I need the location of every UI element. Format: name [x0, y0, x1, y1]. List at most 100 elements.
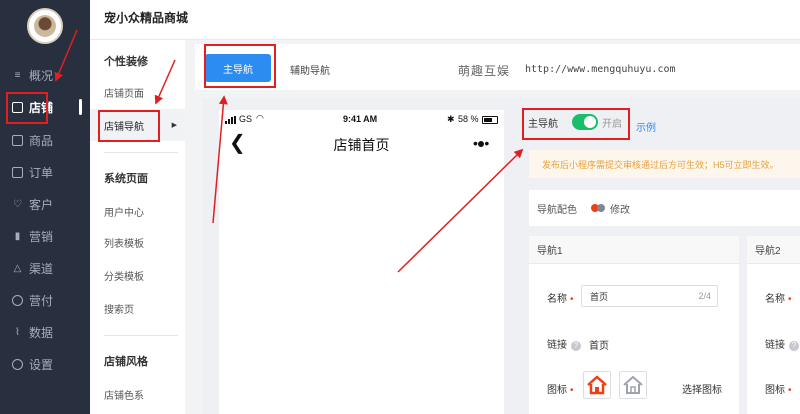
- main-sidebar: ≡ 概况 店铺 商品 订单 ♡ 客户 ▮ 营销 △ 渠道 营付 ⌇ 数据 设置: [0, 0, 90, 414]
- sidebar-item-marketing[interactable]: ▮ 营销: [0, 221, 90, 251]
- sidebar-item-label: 商品: [29, 133, 54, 148]
- highlight-shop-menu: [6, 92, 48, 124]
- sidebar-item-label: 订单: [29, 165, 54, 180]
- sidebar-item-goods[interactable]: 商品: [0, 125, 90, 155]
- submenu-item-shop-page[interactable]: 店铺页面: [104, 85, 144, 100]
- phone-page-title: 店铺首页: [333, 137, 390, 153]
- watermark-url: http://www.mengquhuyu.com: [525, 64, 676, 75]
- sidebar-item-label: 渠道: [29, 261, 54, 276]
- sidebar-item-label: 设置: [29, 357, 54, 372]
- nav-link-value[interactable]: 首页: [589, 337, 609, 352]
- submenu-item-user-center[interactable]: 用户中心: [104, 204, 144, 219]
- nav-tabs: 主导航 辅助导航 萌趣互娱 http://www.mengquhuyu.com: [195, 44, 800, 90]
- order-icon: [12, 166, 23, 178]
- nav-card-title: 导航1: [529, 236, 739, 264]
- link-label-text: 链接: [765, 340, 785, 351]
- gear-icon: [12, 358, 23, 370]
- nav-card: 导航1 名称 • 首页 2/4 链接? 首页 图标 • 选择图标: [529, 236, 739, 414]
- nav-card-title: 导航2: [747, 236, 800, 264]
- decoration-submenu: 个性装修 店铺页面 店铺导航 系统页面 用户中心 列表模板 分类模板 搜索页 店…: [90, 40, 185, 414]
- icon-field-label: 图标 •: [765, 381, 792, 396]
- select-icon-link[interactable]: 选择图标: [682, 381, 722, 396]
- highlight-main-nav-toggle: [522, 108, 630, 140]
- pay-icon: [12, 294, 23, 306]
- color-swatch[interactable]: [597, 204, 605, 212]
- status-time: 9:41 AM: [343, 114, 378, 124]
- watermark-text: 萌趣互娱: [458, 64, 511, 78]
- carrier-name: GS: [239, 114, 253, 124]
- phone-nav-bar: ❮ 店铺首页 •●•: [219, 132, 504, 156]
- sidebar-item-label: 营销: [29, 229, 54, 244]
- home-gray-icon: [623, 375, 643, 394]
- nav-card: 导航2 名称 • 链接? 图标 •: [747, 236, 800, 414]
- publish-notice: 发布后小程序需提交审核通过后方可生效；H5可立即生效。: [529, 150, 800, 178]
- battery-icon: [482, 116, 498, 124]
- sidebar-item-payments[interactable]: 营付: [0, 285, 90, 315]
- required-mark: •: [788, 385, 792, 396]
- sidebar-item-label: 概况: [29, 68, 54, 83]
- submenu-item-category-template[interactable]: 分类模板: [104, 268, 144, 283]
- home-red-icon: [587, 375, 607, 395]
- more-dots-icon[interactable]: •●•: [473, 136, 489, 150]
- link-field-label: 链接?: [765, 336, 799, 351]
- chart-icon: ▮: [14, 230, 21, 242]
- required-mark: •: [570, 385, 574, 396]
- char-count: 2/4: [698, 291, 711, 301]
- sidebar-item-data[interactable]: ⌇ 数据: [0, 317, 90, 347]
- sidebar-item-customers[interactable]: ♡ 客户: [0, 189, 90, 219]
- modify-color-link[interactable]: 修改: [610, 201, 630, 216]
- nav-color-row: 导航配色 修改: [529, 190, 800, 226]
- sidebar-item-label: 数据: [29, 325, 54, 340]
- help-icon[interactable]: ?: [571, 341, 581, 351]
- required-mark: •: [570, 294, 574, 305]
- submenu-item-list-template[interactable]: 列表模板: [104, 235, 144, 250]
- sidebar-item-settings[interactable]: 设置: [0, 349, 90, 379]
- name-label-text: 名称: [547, 294, 567, 305]
- highlight-main-nav-tab: [204, 44, 276, 88]
- nav-name-value: 首页: [590, 291, 609, 302]
- phone-status-bar: GS ◠ 9:41 AM ✱ 58 %: [219, 113, 504, 128]
- channel-icon: △: [13, 262, 22, 274]
- sidebar-item-channels[interactable]: △ 渠道: [0, 253, 90, 283]
- link-label-text: 链接: [547, 340, 567, 351]
- nav-name-input[interactable]: 首页 2/4: [581, 285, 718, 307]
- name-field-label: 名称 •: [765, 290, 792, 305]
- submenu-group-custom: 个性装修: [104, 56, 148, 68]
- sidebar-item-label: 营付: [29, 293, 54, 308]
- home-icon-active[interactable]: [583, 371, 611, 399]
- icon-field-label: 图标 •: [547, 381, 574, 396]
- nav-color-label: 导航配色: [537, 204, 577, 216]
- required-mark: •: [788, 294, 792, 305]
- submenu-group-system: 系统页面: [104, 173, 148, 185]
- name-field-label: 名称 •: [547, 290, 574, 305]
- wifi-icon: ◠: [256, 113, 264, 123]
- help-icon[interactable]: ?: [789, 341, 799, 351]
- submenu-item-search-page[interactable]: 搜索页: [104, 301, 134, 316]
- goods-icon: [12, 134, 23, 146]
- icon-label-text: 图标: [547, 385, 567, 396]
- signal-icon: [225, 116, 236, 124]
- top-header: 宠小众精品商城: [90, 0, 800, 40]
- page-title: 宠小众精品商城: [104, 11, 189, 25]
- battery-percent: 58 %: [458, 114, 479, 124]
- icon-label-text: 图标: [765, 385, 785, 396]
- sidebar-item-label: 客户: [29, 197, 54, 212]
- home-icon-inactive[interactable]: [619, 371, 647, 399]
- submenu-group-style: 店铺风格: [104, 356, 148, 368]
- bluetooth-icon: ✱: [447, 114, 455, 124]
- logo-image: [34, 15, 56, 37]
- submenu-item-shop-color[interactable]: 店铺色系: [104, 387, 144, 402]
- tab-secondary-nav[interactable]: 辅助导航: [290, 62, 330, 77]
- sidebar-item-orders[interactable]: 订单: [0, 157, 90, 187]
- data-icon: ⌇: [15, 326, 20, 338]
- example-link[interactable]: 示例: [636, 119, 656, 134]
- name-label-text: 名称: [765, 294, 785, 305]
- sidebar-item-overview[interactable]: ≡ 概况: [0, 60, 90, 90]
- shop-logo[interactable]: [27, 8, 63, 44]
- phone-preview: GS ◠ 9:41 AM ✱ 58 % ❮ 店铺首页 •●•: [219, 110, 504, 414]
- submenu-divider: [104, 335, 178, 336]
- list-icon: ≡: [14, 69, 21, 81]
- link-field-label: 链接?: [547, 336, 581, 351]
- customer-icon: ♡: [13, 198, 22, 210]
- highlight-shop-nav: [98, 110, 160, 142]
